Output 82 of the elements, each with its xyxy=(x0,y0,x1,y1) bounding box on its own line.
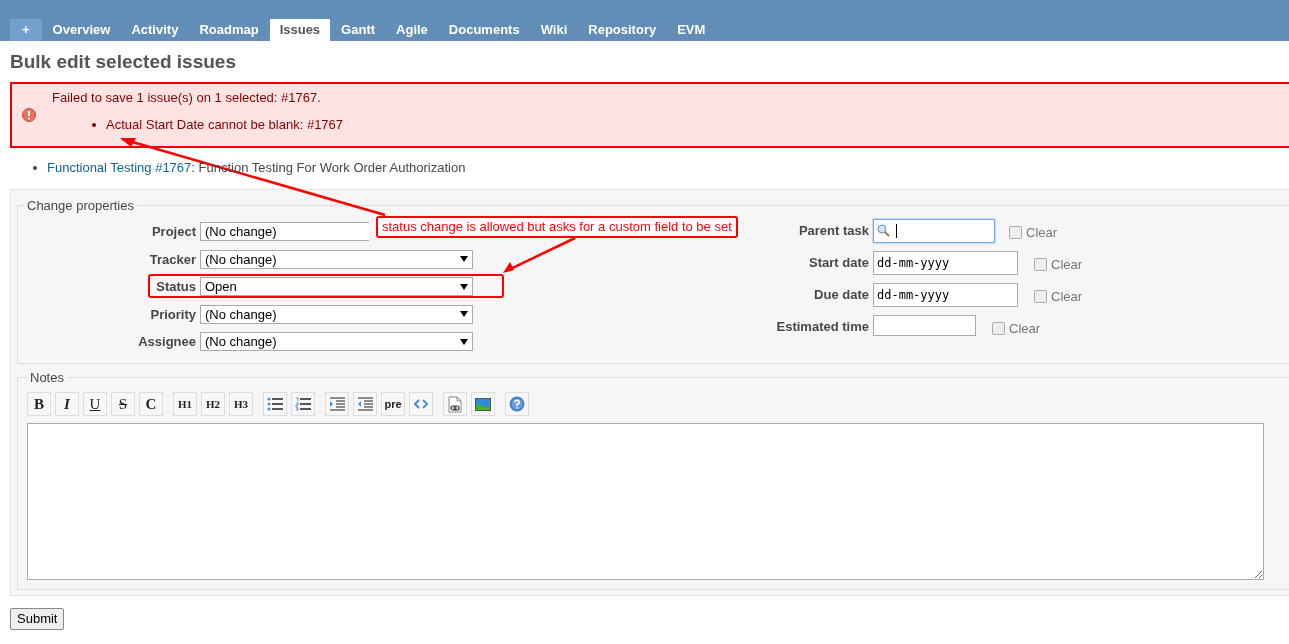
toolbar-button[interactable]: U xyxy=(83,392,107,416)
code-icon xyxy=(414,399,428,409)
nav-tab[interactable]: EVM xyxy=(667,19,716,41)
select-field[interactable]: Open xyxy=(200,277,473,297)
nav-tab[interactable]: Activity xyxy=(121,19,189,41)
select-value: (No change) xyxy=(205,305,277,324)
error-message: Failed to save 1 issue(s) on 1 selected: #1767. xyxy=(52,88,322,107)
fieldset-legend: Notes xyxy=(27,367,67,387)
toolbar-button[interactable]: C xyxy=(139,392,163,416)
field-label: Estimated time xyxy=(775,318,870,336)
dropdown-arrow-icon xyxy=(460,338,468,345)
toolbar-button[interactable] xyxy=(263,392,287,416)
input-field[interactable] xyxy=(873,315,976,336)
error-icon xyxy=(22,108,36,122)
image-icon xyxy=(475,397,491,411)
indent-icon xyxy=(329,397,345,411)
page-title: Bulk edit selected issues xyxy=(10,50,237,74)
select-field[interactable]: (No change) xyxy=(200,332,473,352)
toolbar-button[interactable]: B xyxy=(27,392,51,416)
select-field[interactable]: (No change) xyxy=(200,249,473,269)
nav-tab[interactable]: Overview xyxy=(42,19,121,41)
nav-tab[interactable]: Agile xyxy=(386,19,438,41)
document-link-icon xyxy=(448,395,462,413)
select-value: (No change) xyxy=(205,250,277,269)
toolbar-button[interactable]: H2 xyxy=(201,392,225,416)
bullet-icon xyxy=(33,165,37,170)
submit-button[interactable]: Submit xyxy=(10,607,65,630)
nav-tab[interactable]: Roadmap xyxy=(189,19,269,41)
clear-checkbox[interactable] xyxy=(1034,258,1047,272)
annotation-callout: status change is allowed but asks for a custom field to be set xyxy=(376,216,738,238)
field-label: Start date xyxy=(808,254,870,272)
clear-checkbox[interactable] xyxy=(992,322,1005,336)
toolbar-button[interactable] xyxy=(505,392,529,416)
select-field[interactable]: (No change) xyxy=(200,304,473,324)
select-value: (No change) xyxy=(205,223,277,241)
select-value: (No change) xyxy=(205,333,277,351)
toolbar-button[interactable] xyxy=(409,392,433,416)
error-detail: Actual Start Date cannot be blank: #1767 xyxy=(106,116,344,134)
toolbar-button[interactable] xyxy=(471,392,495,416)
text-cursor-icon xyxy=(896,224,897,238)
toolbar-button[interactable] xyxy=(443,392,467,416)
field-label: Project xyxy=(150,223,197,241)
field-label: Assignee xyxy=(137,333,197,351)
toolbar-button[interactable] xyxy=(291,392,315,416)
toolbar-button[interactable] xyxy=(353,392,377,416)
checkbox-label: Clear xyxy=(1009,320,1041,338)
date-field[interactable]: dd-mm-yyyy xyxy=(873,251,1018,275)
toolbar-button[interactable]: S xyxy=(111,392,135,416)
dropdown-arrow-icon xyxy=(460,256,468,263)
search-field[interactable] xyxy=(873,219,995,243)
toolbar-button[interactable]: I xyxy=(55,392,79,416)
field-label: Due date xyxy=(813,286,870,304)
toolbar-button[interactable]: H1 xyxy=(173,392,197,416)
field-label: Priority xyxy=(149,305,197,324)
help-icon xyxy=(509,396,525,412)
nav-tab[interactable]: Repository xyxy=(578,19,667,41)
field-label: Tracker xyxy=(148,250,197,269)
select-field[interactable]: (No change) xyxy=(200,222,369,242)
nav-tab[interactable]: Documents xyxy=(438,19,530,41)
fieldset-legend: Change properties xyxy=(24,195,137,215)
bullet-icon xyxy=(92,122,96,127)
toolbar-button[interactable]: H3 xyxy=(229,392,253,416)
search-icon xyxy=(877,224,890,237)
clear-checkbox[interactable] xyxy=(1034,290,1047,304)
nav-tab[interactable]: Issues xyxy=(269,19,331,41)
nav-tab[interactable]: Wiki xyxy=(530,19,578,41)
clear-checkbox[interactable] xyxy=(1009,226,1022,240)
select-value: Open xyxy=(205,278,237,296)
checkbox-label: Clear xyxy=(1051,256,1083,274)
field-label: Status xyxy=(155,278,197,296)
dropdown-arrow-icon xyxy=(460,283,468,290)
date-field[interactable]: dd-mm-yyyy xyxy=(873,283,1018,307)
outdent-icon xyxy=(357,397,373,411)
toolbar-button[interactable] xyxy=(325,392,349,416)
nav-tab[interactable]: Gantt xyxy=(331,19,386,41)
checkbox-label: Clear xyxy=(1051,288,1083,306)
checkbox-label: Clear xyxy=(1026,224,1058,242)
bullet-list-icon xyxy=(267,397,283,411)
numbered-list-icon xyxy=(295,397,311,411)
dropdown-arrow-icon xyxy=(460,311,468,318)
field-label: Parent task xyxy=(797,222,870,240)
toolbar-button[interactable]: pre xyxy=(381,392,405,416)
